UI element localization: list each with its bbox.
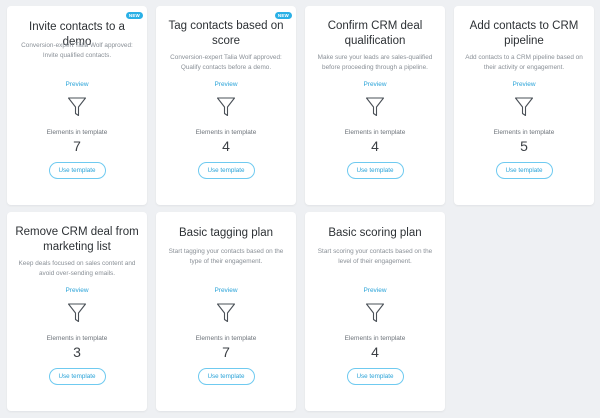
- template-card[interactable]: Remove CRM deal from marketing list Keep …: [7, 212, 147, 411]
- preview-link[interactable]: Preview: [305, 81, 445, 88]
- template-card[interactable]: NEW Tag contacts based on score Conversion…: [156, 6, 296, 205]
- template-card[interactable]: Basic tagging plan Start tagging your con…: [156, 212, 296, 411]
- template-description: Make sure your leads are sales-qualified…: [317, 54, 433, 71]
- use-template-button[interactable]: Use template: [197, 162, 255, 179]
- funnel-icon: [514, 96, 534, 118]
- template-description: Keep deals focused on sales content and …: [18, 260, 136, 277]
- elements-count-label: Elements in template: [46, 129, 108, 136]
- preview-link[interactable]: Preview: [7, 81, 147, 88]
- elements-count-label: Elements in template: [195, 335, 257, 342]
- elements-count-label: Elements in template: [493, 129, 555, 136]
- elements-count: 7: [222, 344, 230, 360]
- funnel-icon: [67, 302, 87, 324]
- template-title: Remove CRM deal from marketing list: [15, 226, 139, 253]
- template-description: Conversion-expert Talia Wolf approved: Q…: [170, 54, 282, 71]
- use-template-button[interactable]: Use template: [346, 162, 404, 179]
- elements-count-label: Elements in template: [195, 129, 257, 136]
- use-template-button[interactable]: Use template: [346, 368, 404, 385]
- template-title: Basic scoring plan: [328, 227, 422, 239]
- funnel-icon: [365, 96, 385, 118]
- elements-count: 7: [73, 138, 81, 154]
- template-card[interactable]: Confirm CRM deal qualification Make sure …: [305, 6, 445, 205]
- template-title: Basic tagging plan: [179, 227, 273, 239]
- elements-count: 3: [73, 344, 81, 360]
- funnel-icon: [216, 96, 236, 118]
- template-grid: NEW Invite contacts to a demo Conversion-e…: [0, 0, 600, 418]
- preview-link[interactable]: Preview: [156, 81, 296, 88]
- preview-link[interactable]: Preview: [156, 287, 296, 294]
- elements-count: 4: [371, 138, 379, 154]
- use-template-button[interactable]: Use template: [197, 368, 255, 385]
- elements-count-label: Elements in template: [46, 335, 108, 342]
- elements-count: 4: [222, 138, 230, 154]
- template-card[interactable]: Basic scoring plan Start scoring your con…: [305, 212, 445, 411]
- use-template-button[interactable]: Use template: [495, 162, 553, 179]
- template-description: Add contacts to a CRM pipeline based on …: [465, 54, 583, 71]
- template-card[interactable]: Add contacts to CRM pipeline Add contacts…: [454, 6, 594, 205]
- funnel-icon: [365, 302, 385, 324]
- preview-link[interactable]: Preview: [7, 287, 147, 294]
- new-badge: NEW: [274, 12, 292, 19]
- preview-link[interactable]: Preview: [305, 287, 445, 294]
- template-description: Start tagging your contacts based on the…: [168, 248, 284, 265]
- template-title: Add contacts to CRM pipeline: [469, 20, 579, 47]
- template-description: Conversion-expert Talia Wolf approved: I…: [21, 42, 133, 59]
- template-title: Tag contacts based on score: [168, 20, 284, 47]
- elements-count-label: Elements in template: [344, 335, 406, 342]
- template-title: Confirm CRM deal qualification: [327, 20, 423, 47]
- template-description: Start scoring your contacts based on the…: [317, 248, 433, 265]
- use-template-button[interactable]: Use template: [48, 162, 106, 179]
- funnel-icon: [67, 96, 87, 118]
- elements-count-label: Elements in template: [344, 129, 406, 136]
- preview-link[interactable]: Preview: [454, 81, 594, 88]
- new-badge: NEW: [125, 12, 143, 19]
- elements-count: 5: [520, 138, 528, 154]
- use-template-button[interactable]: Use template: [48, 368, 106, 385]
- elements-count: 4: [371, 344, 379, 360]
- template-card[interactable]: NEW Invite contacts to a demo Conversion-e…: [7, 6, 147, 205]
- funnel-icon: [216, 302, 236, 324]
